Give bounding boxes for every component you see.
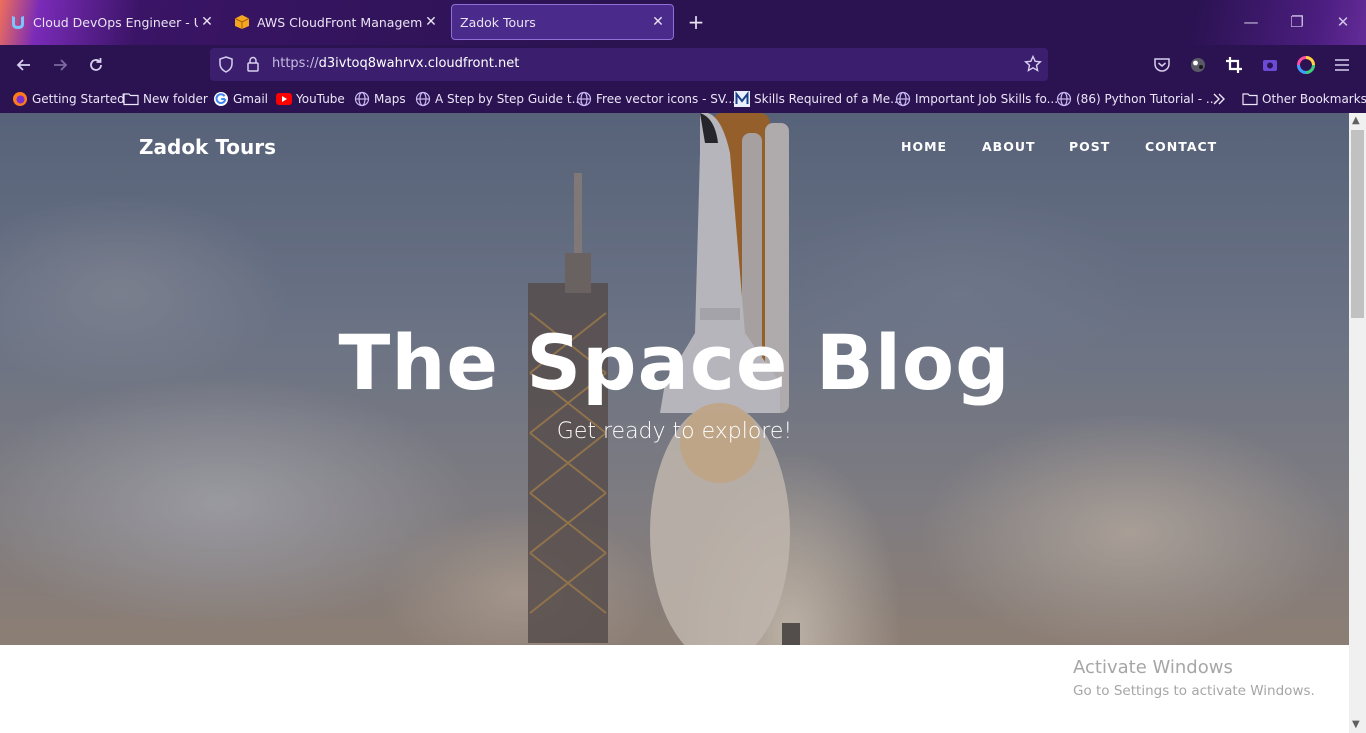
bookmark-label: Skills Required of a Me...	[754, 92, 902, 106]
scroll-up-arrow-icon[interactable]: ▲	[1352, 115, 1360, 126]
more-bookmarks-chevron-icon[interactable]	[1212, 90, 1226, 108]
nav-contact-link[interactable]: CONTACT	[1145, 139, 1217, 154]
hero-subtitle: Get ready to explore!	[556, 419, 793, 444]
navigation-toolbar: https://d3ivtoq8wahrvx.cloudfront.net	[0, 45, 1366, 84]
address-bar[interactable]: https://d3ivtoq8wahrvx.cloudfront.net	[210, 48, 1048, 81]
bookmark-free-vector-icons[interactable]: Free vector icons - SV...	[576, 90, 736, 108]
shield-icon[interactable]	[218, 56, 234, 77]
bookmark-label: A Step by Step Guide t...	[435, 92, 584, 106]
bookmark-star-icon[interactable]	[1023, 54, 1043, 77]
site-brand-link[interactable]: Zadok Tours	[139, 135, 276, 159]
activate-windows-title: Activate Windows	[1073, 657, 1233, 678]
close-tab-icon[interactable]: ✕	[198, 14, 216, 30]
bookmark-label: (86) Python Tutorial - ...	[1076, 92, 1218, 106]
reload-button[interactable]	[83, 52, 109, 78]
bookmark-label: Getting Started	[32, 92, 125, 106]
tab-bar: Cloud DevOps Engineer - Udacity ✕ AWS Cl…	[0, 0, 1366, 45]
camera-extension-icon[interactable]	[1259, 54, 1281, 76]
hero-section: Zadok Tours HOME ABOUT POST CONTACT The …	[0, 113, 1349, 645]
bookmark-label: YouTube	[296, 92, 345, 106]
tab-title: Zadok Tours	[460, 14, 536, 30]
activate-windows-subtitle: Go to Settings to activate Windows.	[1073, 683, 1315, 699]
tab-zadok-tours[interactable]: Zadok Tours ✕	[451, 4, 674, 40]
bookmark-label: Maps	[374, 92, 406, 106]
globe-icon	[1056, 91, 1072, 107]
bookmark-maps[interactable]: Maps	[354, 90, 406, 108]
nav-post-link[interactable]: POST	[1069, 139, 1110, 154]
tab-title: Cloud DevOps Engineer - Udacity	[33, 14, 198, 30]
youtube-icon	[276, 91, 292, 107]
nav-home-link[interactable]: HOME	[901, 139, 947, 154]
globe-icon	[576, 91, 592, 107]
bookmark-new-folder[interactable]: New folder	[123, 90, 208, 108]
bookmarks-toolbar: Getting Started New folder Gmail YouTube…	[0, 84, 1366, 113]
folder-icon	[123, 91, 139, 107]
page-scrollbar[interactable]: ▲ ▼	[1349, 113, 1366, 733]
extension-puzzle-icon[interactable]	[1187, 54, 1209, 76]
restore-button[interactable]: ❐	[1282, 10, 1312, 34]
bookmark-label: Important Job Skills fo...	[915, 92, 1059, 106]
pocket-icon[interactable]	[1151, 54, 1173, 76]
url-prefix: https://	[272, 56, 319, 71]
bookmark-python-tutorial[interactable]: (86) Python Tutorial - ...	[1056, 90, 1217, 108]
color-wheel-icon[interactable]	[1295, 54, 1317, 76]
menu-icon[interactable]	[1331, 54, 1353, 76]
globe-icon	[415, 91, 431, 107]
crop-icon[interactable]	[1223, 54, 1245, 76]
m-logo-icon	[734, 91, 750, 107]
close-tab-icon[interactable]: ✕	[649, 14, 667, 30]
lock-icon[interactable]	[246, 56, 260, 76]
tab-title: AWS CloudFront Management	[257, 14, 422, 30]
aws-box-icon	[234, 14, 250, 30]
udacity-icon	[10, 14, 26, 30]
tab-aws-cloudfront[interactable]: AWS CloudFront Management ✕	[224, 4, 446, 40]
web-page: Zadok Tours HOME ABOUT POST CONTACT The …	[0, 113, 1349, 733]
nav-about-link[interactable]: ABOUT	[982, 139, 1036, 154]
globe-icon	[895, 91, 911, 107]
bookmark-label: New folder	[143, 92, 208, 106]
bookmark-skills-required[interactable]: Skills Required of a Me...	[734, 90, 902, 108]
bookmark-label: Other Bookmarks	[1262, 92, 1366, 106]
firefox-icon	[12, 91, 28, 107]
tab-udacity[interactable]: Cloud DevOps Engineer - Udacity ✕	[0, 4, 222, 40]
scrollbar-thumb[interactable]	[1351, 130, 1364, 318]
forward-button[interactable]	[47, 52, 73, 78]
bookmark-label: Free vector icons - SV...	[596, 92, 736, 106]
minimize-button[interactable]: —	[1236, 10, 1266, 34]
bookmark-other-bookmarks[interactable]: Other Bookmarks	[1242, 90, 1366, 108]
bookmark-important-job-skills[interactable]: Important Job Skills fo...	[895, 90, 1058, 108]
bookmark-getting-started[interactable]: Getting Started	[12, 90, 125, 108]
reload-icon	[90, 58, 102, 71]
forward-arrow-icon	[54, 59, 68, 71]
globe-icon	[354, 91, 370, 107]
hero-title: The Space Blog	[338, 318, 1011, 407]
folder-icon	[1242, 91, 1258, 107]
back-arrow-icon	[16, 59, 30, 71]
scroll-down-arrow-icon[interactable]: ▼	[1352, 719, 1360, 730]
bookmark-gmail[interactable]: Gmail	[213, 90, 268, 108]
url-host: d3ivtoq8wahrvx.cloudfront.net	[318, 56, 520, 71]
google-icon	[213, 91, 229, 107]
url-text[interactable]: https://d3ivtoq8wahrvx.cloudfront.net	[272, 56, 519, 71]
back-button[interactable]	[11, 52, 37, 78]
new-tab-button[interactable]: +	[684, 10, 708, 34]
bookmark-step-by-step-guide[interactable]: A Step by Step Guide t...	[415, 90, 583, 108]
bookmark-label: Gmail	[233, 92, 269, 106]
bookmark-youtube[interactable]: YouTube	[276, 90, 345, 108]
close-window-button[interactable]: ✕	[1328, 10, 1358, 34]
close-tab-icon[interactable]: ✕	[422, 14, 440, 30]
